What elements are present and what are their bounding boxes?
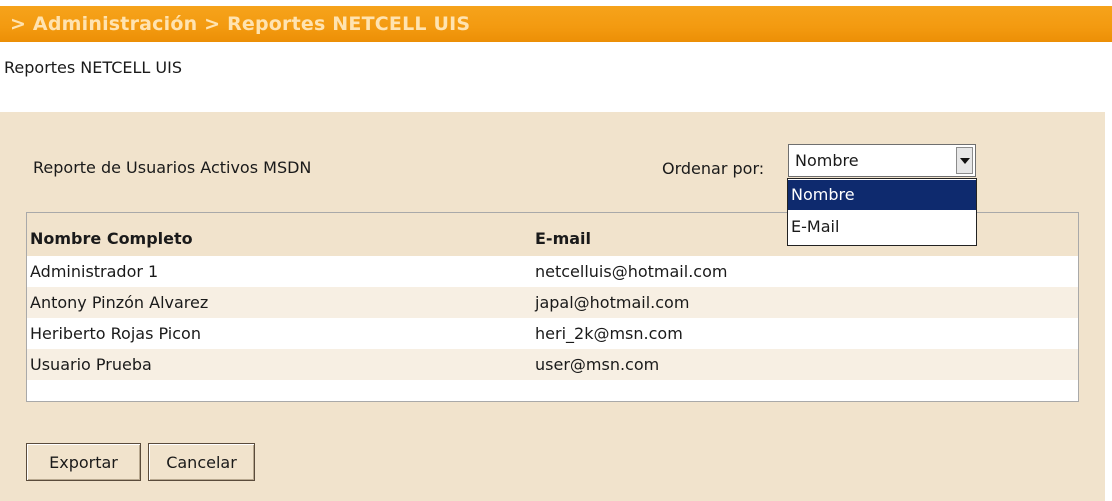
sort-select-button[interactable] — [956, 147, 973, 174]
cell-email: user@msn.com — [535, 355, 660, 374]
breadcrumb-bar: > Administración > Reportes NETCELL UIS — [0, 6, 1112, 42]
cancel-button[interactable]: Cancelar — [148, 443, 255, 481]
sort-dropdown: Nombre E-Mail — [787, 178, 977, 246]
table-row: Administrador 1 netcelluis@hotmail.com — [27, 256, 1078, 287]
table-row: Heriberto Rojas Picon heri_2k@msn.com — [27, 318, 1078, 349]
chevron-down-icon — [960, 158, 970, 164]
table-row: Antony Pinzón Alvarez japal@hotmail.com — [27, 287, 1078, 318]
table-row: Usuario Prueba user@msn.com — [27, 349, 1078, 380]
cell-email: heri_2k@msn.com — [535, 324, 683, 343]
sort-select[interactable]: Nombre — [788, 144, 976, 177]
page-title: Reportes NETCELL UIS — [4, 58, 182, 77]
breadcrumb: > Administración > Reportes NETCELL UIS — [10, 13, 471, 35]
cell-name: Heriberto Rojas Picon — [30, 324, 201, 343]
column-header-email: E-mail — [535, 229, 592, 248]
column-header-name: Nombre Completo — [30, 229, 193, 248]
top-banner: > Administración > Reportes NETCELL UIS — [0, 0, 1112, 42]
export-button[interactable]: Exportar — [26, 443, 141, 481]
cell-email: japal@hotmail.com — [535, 293, 690, 312]
cell-name: Administrador 1 — [30, 262, 159, 281]
sort-option-nombre[interactable]: Nombre — [788, 180, 976, 210]
sort-option-email[interactable]: E-Mail — [788, 212, 976, 242]
sort-select-value: Nombre — [795, 151, 859, 170]
cell-email: netcelluis@hotmail.com — [535, 262, 728, 281]
report-title: Reporte de Usuarios Activos MSDN — [33, 158, 312, 177]
cell-name: Usuario Prueba — [30, 355, 152, 374]
cell-name: Antony Pinzón Alvarez — [30, 293, 209, 312]
sort-label: Ordenar por: — [662, 159, 765, 178]
report-panel: Reporte de Usuarios Activos MSDN Ordenar… — [0, 112, 1105, 501]
